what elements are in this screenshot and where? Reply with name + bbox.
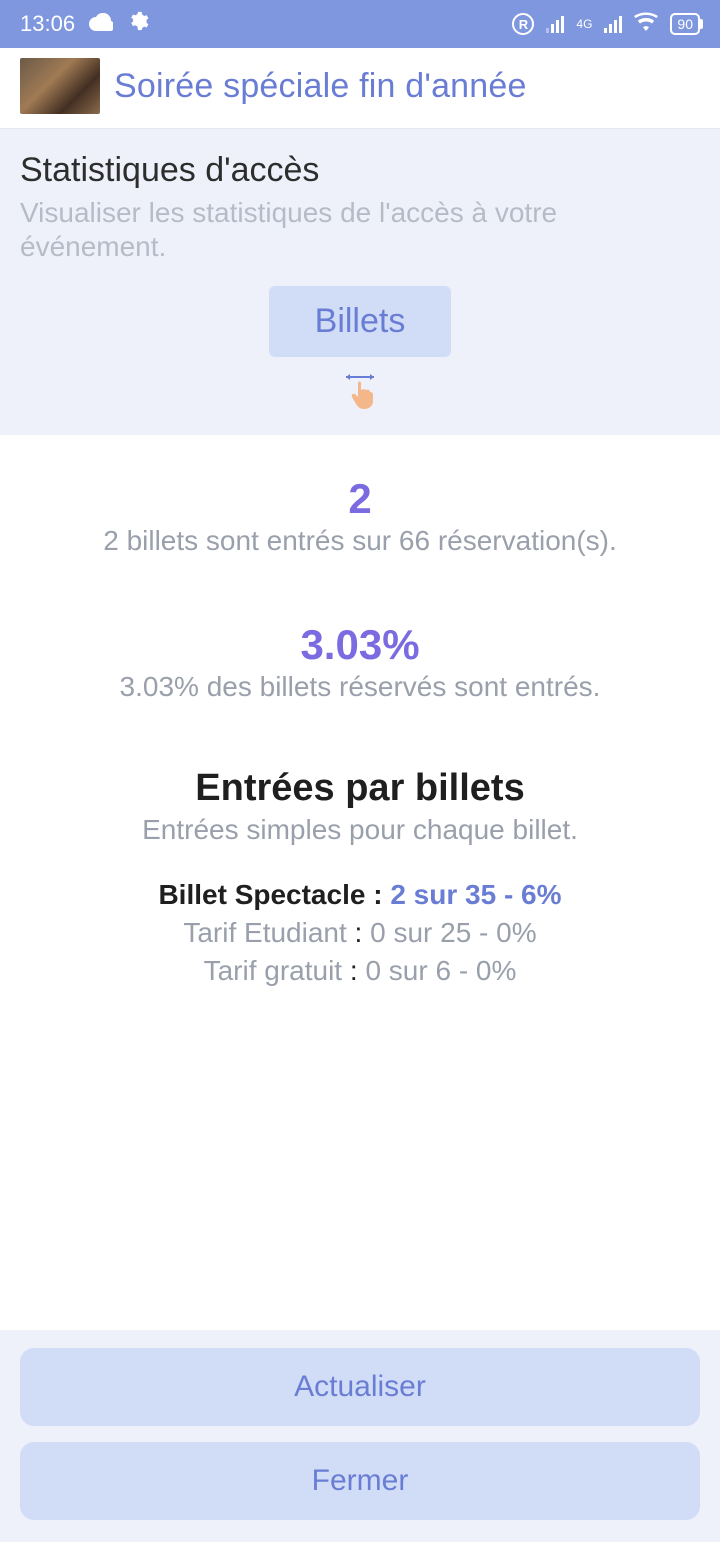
swipe-hand-icon xyxy=(340,371,380,411)
stat-count-label: 2 billets sont entrés sur 66 réservation… xyxy=(20,525,700,557)
registered-icon: R xyxy=(512,13,534,35)
wifi-icon xyxy=(634,11,658,37)
entry-value: 2 sur 35 - 6% xyxy=(390,879,561,910)
entry-row-spectacle: Billet Spectacle : 2 sur 35 - 6% xyxy=(20,876,700,914)
network-label: 4G xyxy=(576,19,592,29)
stats-content: 2 2 billets sont entrés sur 66 réservati… xyxy=(0,435,720,1335)
footer-actions: Actualiser Fermer xyxy=(0,1330,720,1542)
entry-label: Tarif Etudiant xyxy=(183,917,346,948)
status-bar: 13:06 R 4G 90 xyxy=(0,0,720,48)
stat-entered-percent: 3.03% 3.03% des billets réservés sont en… xyxy=(20,621,700,703)
page-title: Statistiques d'accès xyxy=(20,151,700,190)
stat-count-value: 2 xyxy=(20,475,700,523)
stats-intro: Statistiques d'accès Visualiser les stat… xyxy=(0,129,720,435)
status-time: 13:06 xyxy=(20,11,75,37)
gear-icon xyxy=(127,10,149,38)
entry-value: 0 sur 6 - 0% xyxy=(365,955,516,986)
entry-label: Billet Spectacle xyxy=(158,879,365,910)
page-subtitle: Visualiser les statistiques de l'accès à… xyxy=(20,196,700,264)
cloud-icon xyxy=(89,11,113,37)
entry-row-etudiant: Tarif Etudiant : 0 sur 25 - 0% xyxy=(20,914,700,952)
entry-label: Tarif gratuit xyxy=(204,955,343,986)
entries-title: Entrées par billets xyxy=(20,767,700,810)
event-header: Soirée spéciale fin d'année xyxy=(0,48,720,129)
stat-percent-label: 3.03% des billets réservés sont entrés. xyxy=(20,671,700,703)
stat-entered-count: 2 2 billets sont entrés sur 66 réservati… xyxy=(20,475,700,557)
stat-percent-value: 3.03% xyxy=(20,621,700,669)
close-button[interactable]: Fermer xyxy=(20,1442,700,1520)
event-thumbnail xyxy=(20,58,100,114)
entry-value: 0 sur 25 - 0% xyxy=(370,917,537,948)
battery-icon: 90 xyxy=(670,13,700,35)
signal-icon-2 xyxy=(604,15,622,33)
entry-row-gratuit: Tarif gratuit : 0 sur 6 - 0% xyxy=(20,952,700,990)
signal-icon xyxy=(546,15,564,33)
refresh-button[interactable]: Actualiser xyxy=(20,1348,700,1426)
entries-subtitle: Entrées simples pour chaque billet. xyxy=(20,814,700,846)
tab-billets[interactable]: Billets xyxy=(269,286,452,357)
event-title: Soirée spéciale fin d'année xyxy=(114,67,527,106)
